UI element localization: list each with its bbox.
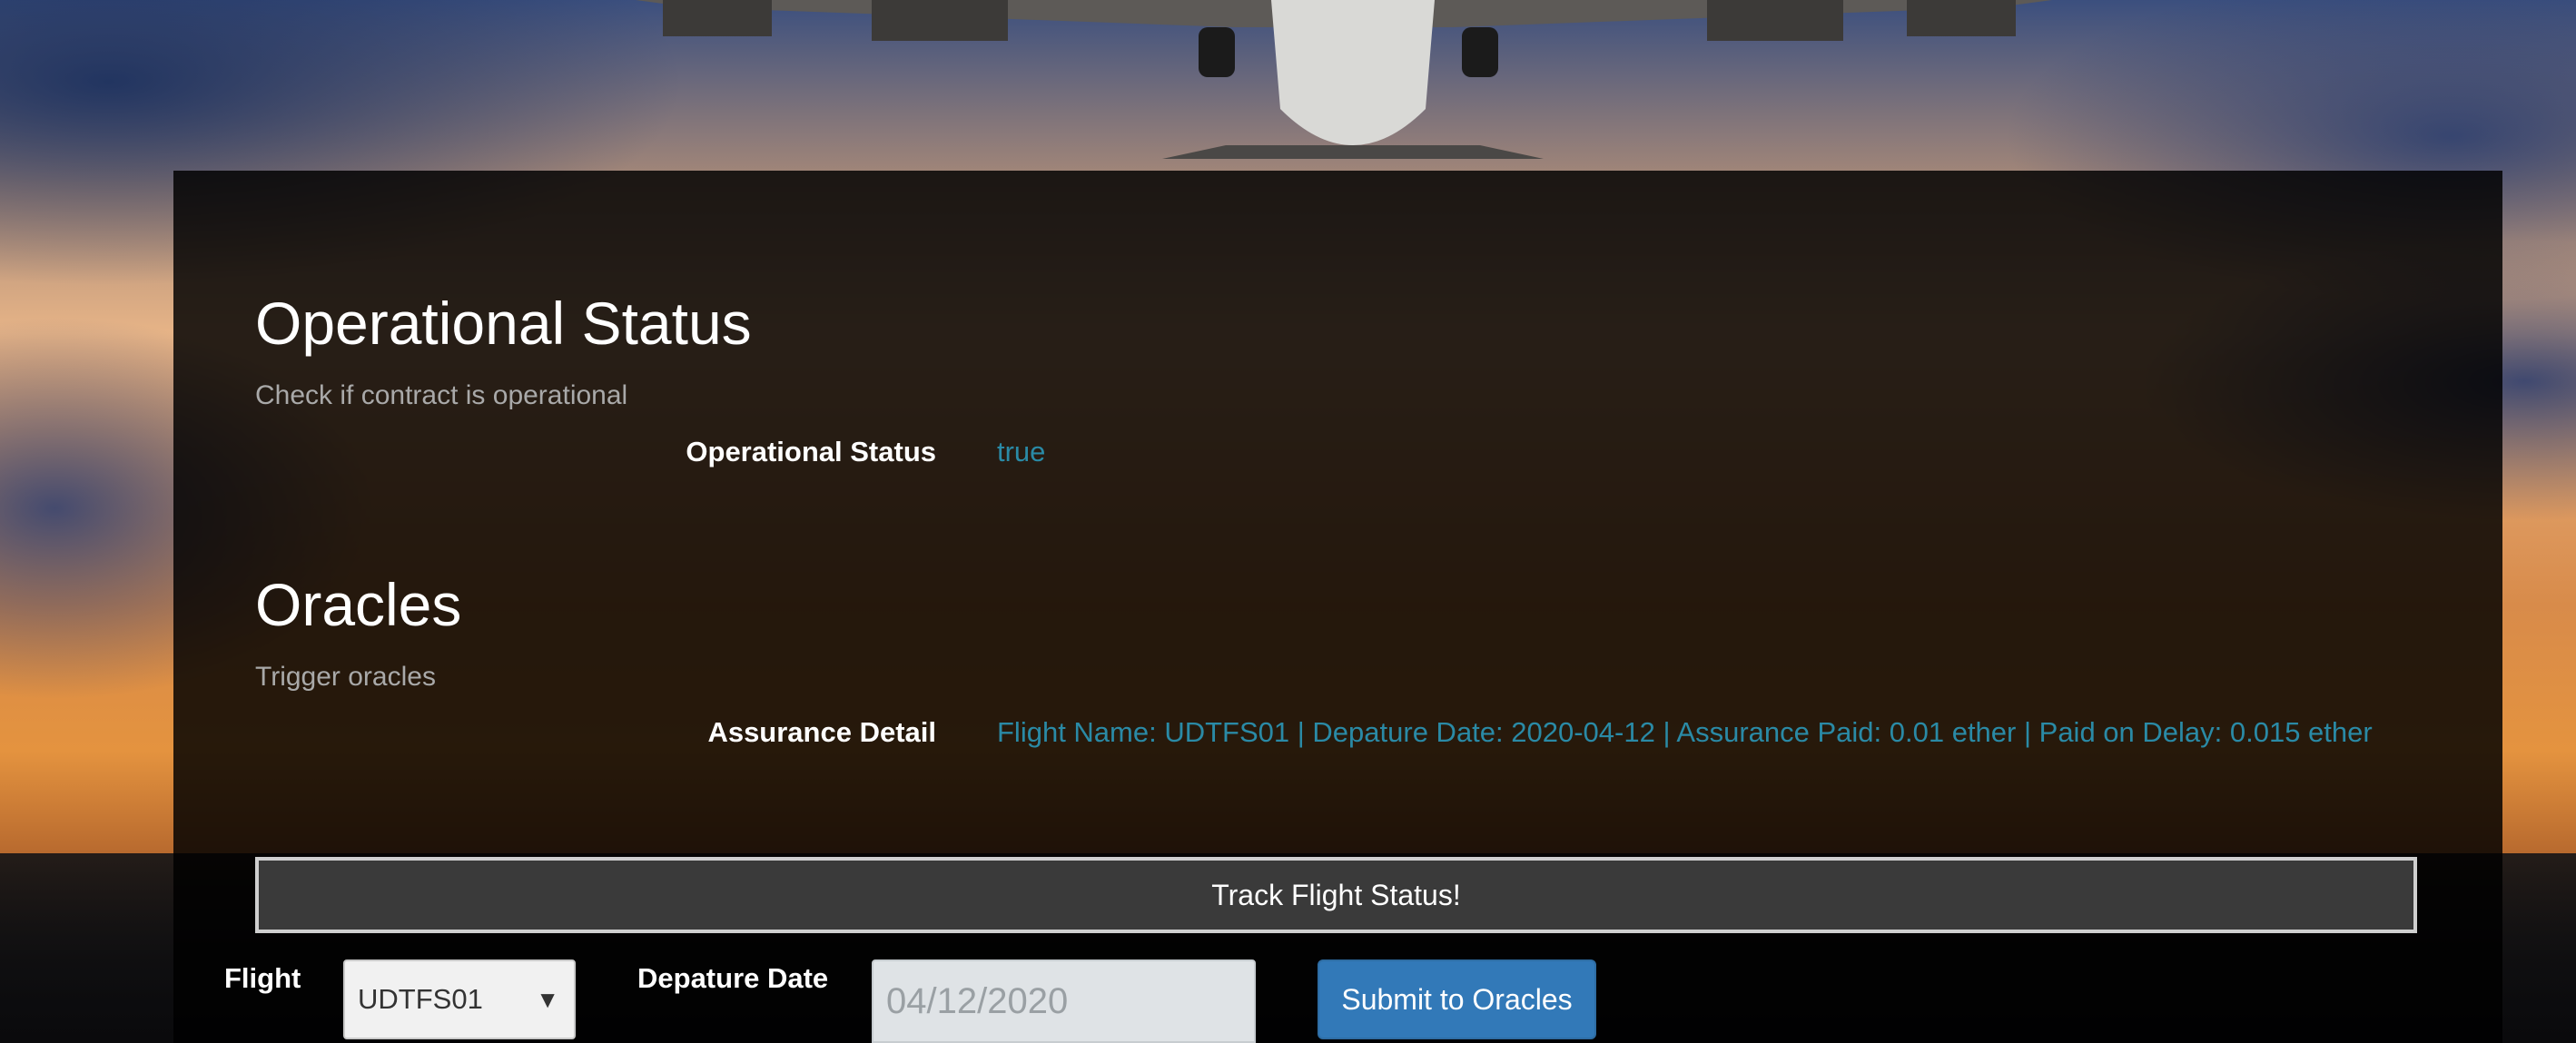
track-flight-status-button[interactable]: Track Flight Status! [255, 857, 2417, 933]
chevron-down-icon: ▼ [536, 986, 559, 1013]
operational-status-heading: Operational Status [255, 290, 752, 357]
flight-label: Flight [224, 962, 301, 994]
assurance-detail-value: Flight Name: UDTFS01 | Depature Date: 20… [997, 716, 2373, 748]
oracles-subtitle: Trigger oracles [255, 662, 436, 692]
operational-status-label: Operational Status [686, 436, 936, 467]
flight-select[interactable]: UDTFS01 ▼ [343, 959, 576, 1039]
submit-to-oracles-button[interactable]: Submit to Oracles [1318, 959, 1596, 1039]
assurance-detail-label: Assurance Detail [707, 716, 936, 748]
oracles-heading: Oracles [255, 571, 462, 638]
departure-date-label: Depature Date [637, 962, 829, 994]
departure-date-input[interactable] [872, 959, 1256, 1043]
airplane-image [636, 0, 2052, 159]
operational-status-subtitle: Check if contract is operational [255, 380, 628, 410]
operational-status-value: true [997, 436, 1046, 467]
flight-select-value: UDTFS01 [358, 983, 483, 1015]
